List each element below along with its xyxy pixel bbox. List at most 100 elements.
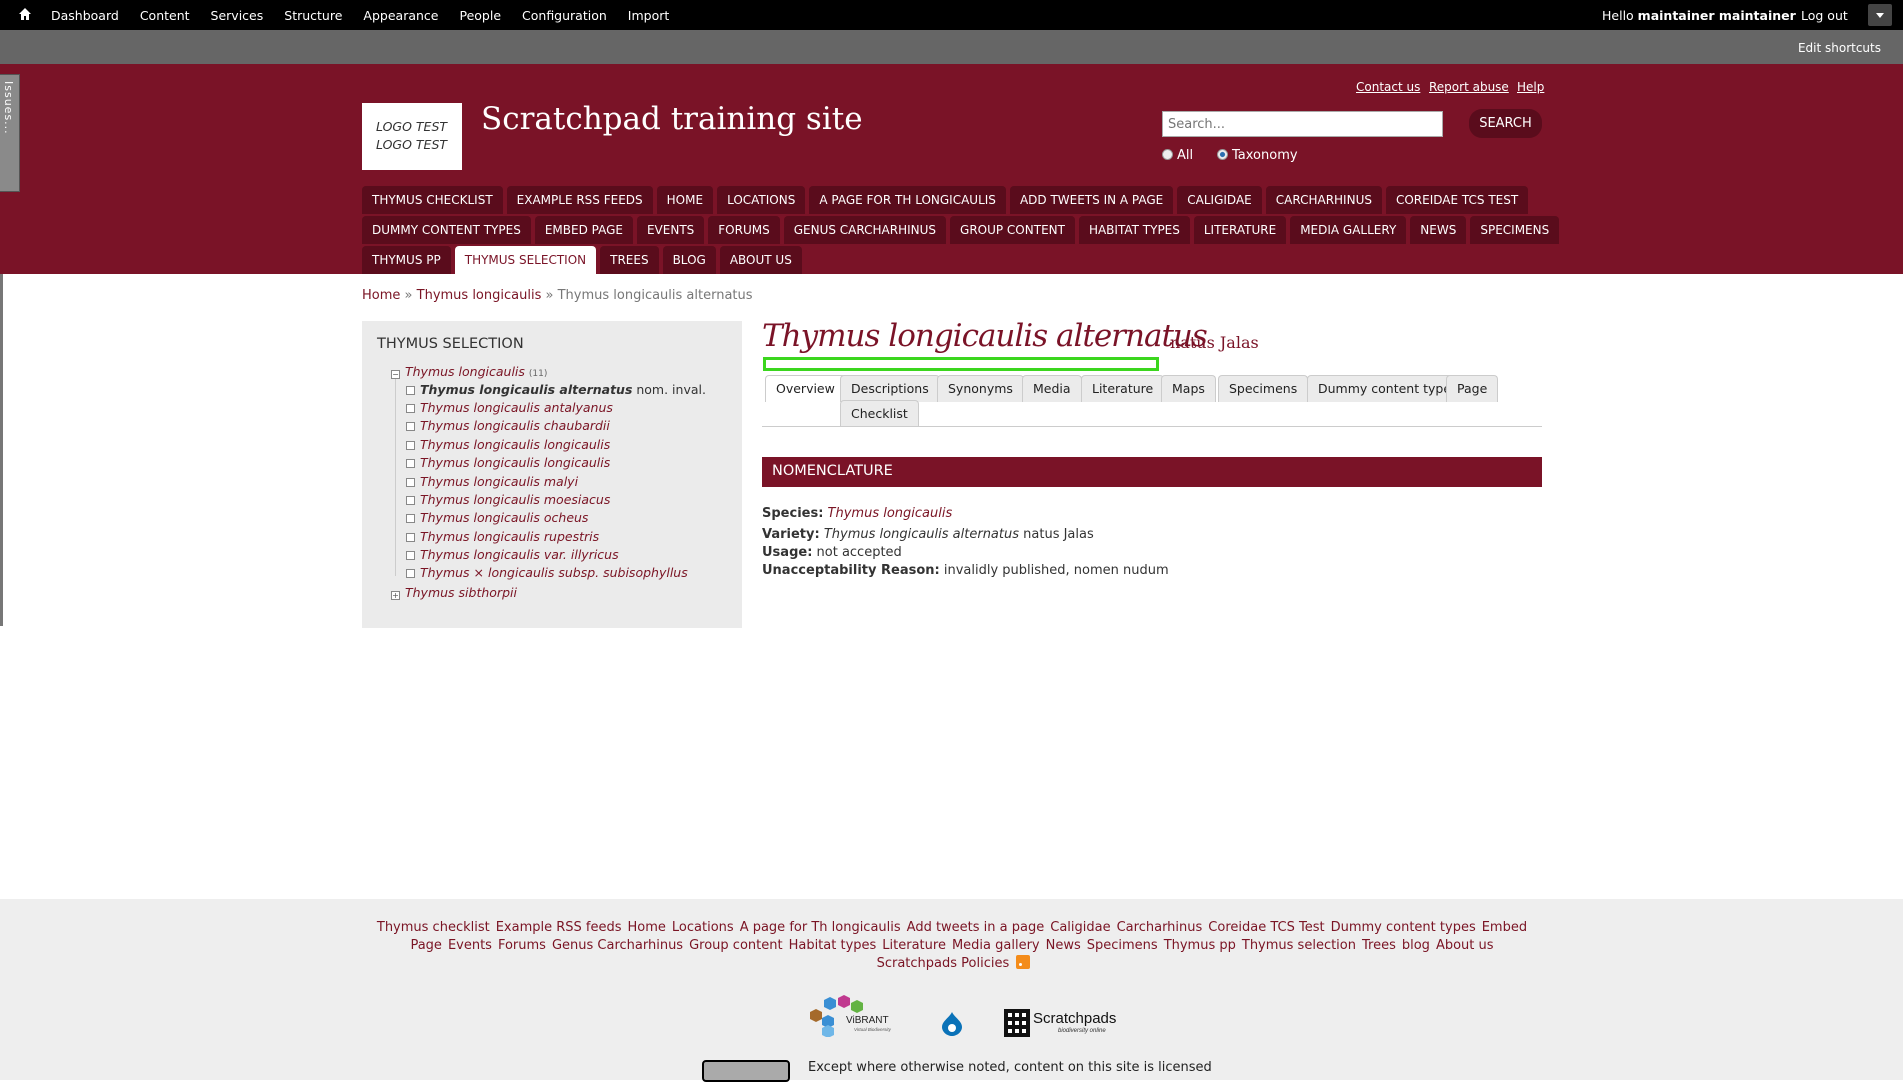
- footer-link[interactable]: A page for Th longicaulis: [740, 920, 901, 935]
- admin-menu-people[interactable]: People: [459, 8, 501, 23]
- tab-synonyms[interactable]: Synonyms: [937, 375, 1024, 402]
- footer-link[interactable]: Trees: [1362, 938, 1396, 953]
- footer-link[interactable]: Thymus selection: [1242, 938, 1356, 953]
- admin-menu-structure[interactable]: Structure: [284, 8, 342, 23]
- search-input[interactable]: [1162, 111, 1443, 137]
- report-abuse-link[interactable]: Report abuse: [1429, 80, 1509, 94]
- footer-link[interactable]: Forums: [498, 938, 546, 953]
- tab-media[interactable]: Media: [1022, 375, 1082, 402]
- nav-item[interactable]: Forums: [708, 216, 780, 244]
- nav-item[interactable]: A page for Th longicaulis: [809, 186, 1006, 214]
- shortcuts-toggle-icon[interactable]: [1868, 4, 1892, 26]
- footer-link[interactable]: Page: [410, 938, 441, 953]
- nav-item[interactable]: Dummy content types: [362, 216, 531, 244]
- search-button[interactable]: SEARCH: [1469, 109, 1542, 138]
- tab-maps[interactable]: Maps: [1161, 375, 1216, 402]
- site-logo[interactable]: LOGO TEST LOGO TEST: [362, 103, 462, 170]
- tree-link[interactable]: Thymus longicaulis malyi: [420, 474, 578, 489]
- footer-link[interactable]: Genus Carcharhinus: [552, 938, 683, 953]
- search-scope-taxonomy[interactable]: Taxonomy: [1217, 148, 1298, 163]
- nav-item[interactable]: Events: [636, 216, 705, 244]
- help-link[interactable]: Help: [1517, 80, 1544, 94]
- tab-literature[interactable]: Literature: [1081, 375, 1165, 402]
- nav-item[interactable]: Locations: [717, 186, 806, 214]
- admin-menu-configuration[interactable]: Configuration: [522, 8, 607, 23]
- tab-dummy-content-type[interactable]: Dummy content type: [1307, 375, 1463, 402]
- nav-item[interactable]: Home: [656, 186, 714, 214]
- footer-link[interactable]: Media gallery: [952, 938, 1040, 953]
- home-icon[interactable]: [18, 7, 32, 21]
- nav-item[interactable]: News: [1410, 216, 1467, 244]
- nav-item[interactable]: Media gallery: [1290, 216, 1407, 244]
- species-link[interactable]: Thymus longicaulis: [828, 506, 953, 521]
- nav-item[interactable]: Specimens: [1470, 216, 1560, 244]
- scratchpads-policies-link[interactable]: Scratchpads Policies: [877, 956, 1010, 971]
- nav-item[interactable]: Habitat types: [1078, 216, 1190, 244]
- site-name[interactable]: Scratchpad training site: [481, 101, 863, 137]
- issues-tab[interactable]: Issues...: [0, 74, 20, 192]
- footer-link[interactable]: Caligidae: [1050, 920, 1110, 935]
- footer-link[interactable]: Carcharhinus: [1117, 920, 1203, 935]
- footer-link[interactable]: About us: [1436, 938, 1494, 953]
- tab-specimens[interactable]: Specimens: [1218, 375, 1309, 402]
- footer-link[interactable]: News: [1046, 938, 1081, 953]
- nav-item[interactable]: Thymus pp: [362, 246, 451, 274]
- tree-link[interactable]: Thymus longicaulis rupestris: [420, 529, 599, 544]
- nav-item-active[interactable]: Thymus selection: [454, 246, 597, 274]
- tab-descriptions[interactable]: Descriptions: [840, 375, 940, 402]
- nav-item[interactable]: Add tweets in a page: [1009, 186, 1174, 214]
- footer-link[interactable]: Specimens: [1087, 938, 1158, 953]
- collapse-icon[interactable]: −: [391, 370, 400, 379]
- nav-item[interactable]: Genus Carcharhinus: [783, 216, 947, 244]
- footer-link[interactable]: Habitat types: [789, 938, 877, 953]
- edit-shortcuts-link[interactable]: Edit shortcuts: [1798, 41, 1881, 55]
- vibrant-logo[interactable]: ViBRANT Virtual Biodiversity: [804, 993, 904, 1037]
- footer-link[interactable]: Group content: [689, 938, 782, 953]
- tab-page[interactable]: Page: [1446, 375, 1499, 402]
- nav-item[interactable]: Carcharhinus: [1265, 186, 1382, 214]
- tree-link[interactable]: Thymus sibthorpii: [405, 585, 517, 600]
- footer-link[interactable]: Thymus checklist: [377, 920, 490, 935]
- admin-menu-content[interactable]: Content: [140, 8, 190, 23]
- tree-link[interactable]: Thymus longicaulis chaubardii: [420, 418, 610, 433]
- nav-item[interactable]: Thymus checklist: [362, 186, 503, 214]
- footer-link[interactable]: Literature: [882, 938, 946, 953]
- logout-link[interactable]: Log out: [1801, 8, 1848, 23]
- breadcrumb-parent[interactable]: Thymus longicaulis: [417, 288, 542, 303]
- tree-link[interactable]: Thymus longicaulis ocheus: [420, 510, 588, 525]
- tab-overview[interactable]: Overview: [765, 375, 846, 402]
- nav-item[interactable]: Example RSS feeds: [506, 186, 653, 214]
- footer-link[interactable]: Thymus pp: [1164, 938, 1236, 953]
- username[interactable]: maintainer maintainer: [1638, 8, 1796, 23]
- admin-menu-services[interactable]: Services: [211, 8, 264, 23]
- footer-link[interactable]: Events: [448, 938, 492, 953]
- scratchpads-logo[interactable]: Scratchpads biodiversity online: [1004, 1006, 1118, 1040]
- tree-link[interactable]: Thymus longicaulis: [405, 364, 525, 379]
- breadcrumb-home[interactable]: Home: [362, 288, 400, 303]
- tree-link[interactable]: Thymus longicaulis longicaulis: [420, 437, 610, 452]
- nav-item[interactable]: About us: [719, 246, 802, 274]
- footer-link[interactable]: Add tweets in a page: [907, 920, 1045, 935]
- admin-menu-dashboard[interactable]: Dashboard: [51, 8, 119, 23]
- tree-link[interactable]: Thymus × longicaulis subsp. subisophyllu…: [420, 565, 688, 580]
- footer-link[interactable]: Coreidae TCS Test: [1208, 920, 1324, 935]
- search-scope-all[interactable]: All: [1162, 148, 1193, 163]
- nav-item[interactable]: Trees: [600, 246, 659, 274]
- nav-item[interactable]: Blog: [662, 246, 716, 274]
- nav-item[interactable]: Group content: [950, 216, 1075, 244]
- tree-link[interactable]: Thymus longicaulis longicaulis: [420, 455, 610, 470]
- tree-link[interactable]: Thymus longicaulis antalyanus: [420, 400, 613, 415]
- footer-link[interactable]: Home: [628, 920, 666, 935]
- footer-link[interactable]: Dummy content types: [1331, 920, 1476, 935]
- rss-icon[interactable]: [1016, 955, 1031, 969]
- tree-link[interactable]: Thymus longicaulis moesiacus: [420, 492, 610, 507]
- admin-menu-import[interactable]: Import: [628, 8, 670, 23]
- footer-link[interactable]: Locations: [672, 920, 734, 935]
- admin-menu-appearance[interactable]: Appearance: [363, 8, 438, 23]
- nav-item[interactable]: Coreidae TCS Test: [1385, 186, 1529, 214]
- tab-checklist[interactable]: Checklist: [840, 400, 919, 427]
- tree-link[interactable]: Thymus longicaulis var. illyricus: [420, 547, 619, 562]
- creative-commons-badge-icon[interactable]: [702, 1060, 790, 1082]
- nav-item[interactable]: Embed page: [534, 216, 633, 244]
- contact-us-link[interactable]: Contact us: [1356, 80, 1420, 94]
